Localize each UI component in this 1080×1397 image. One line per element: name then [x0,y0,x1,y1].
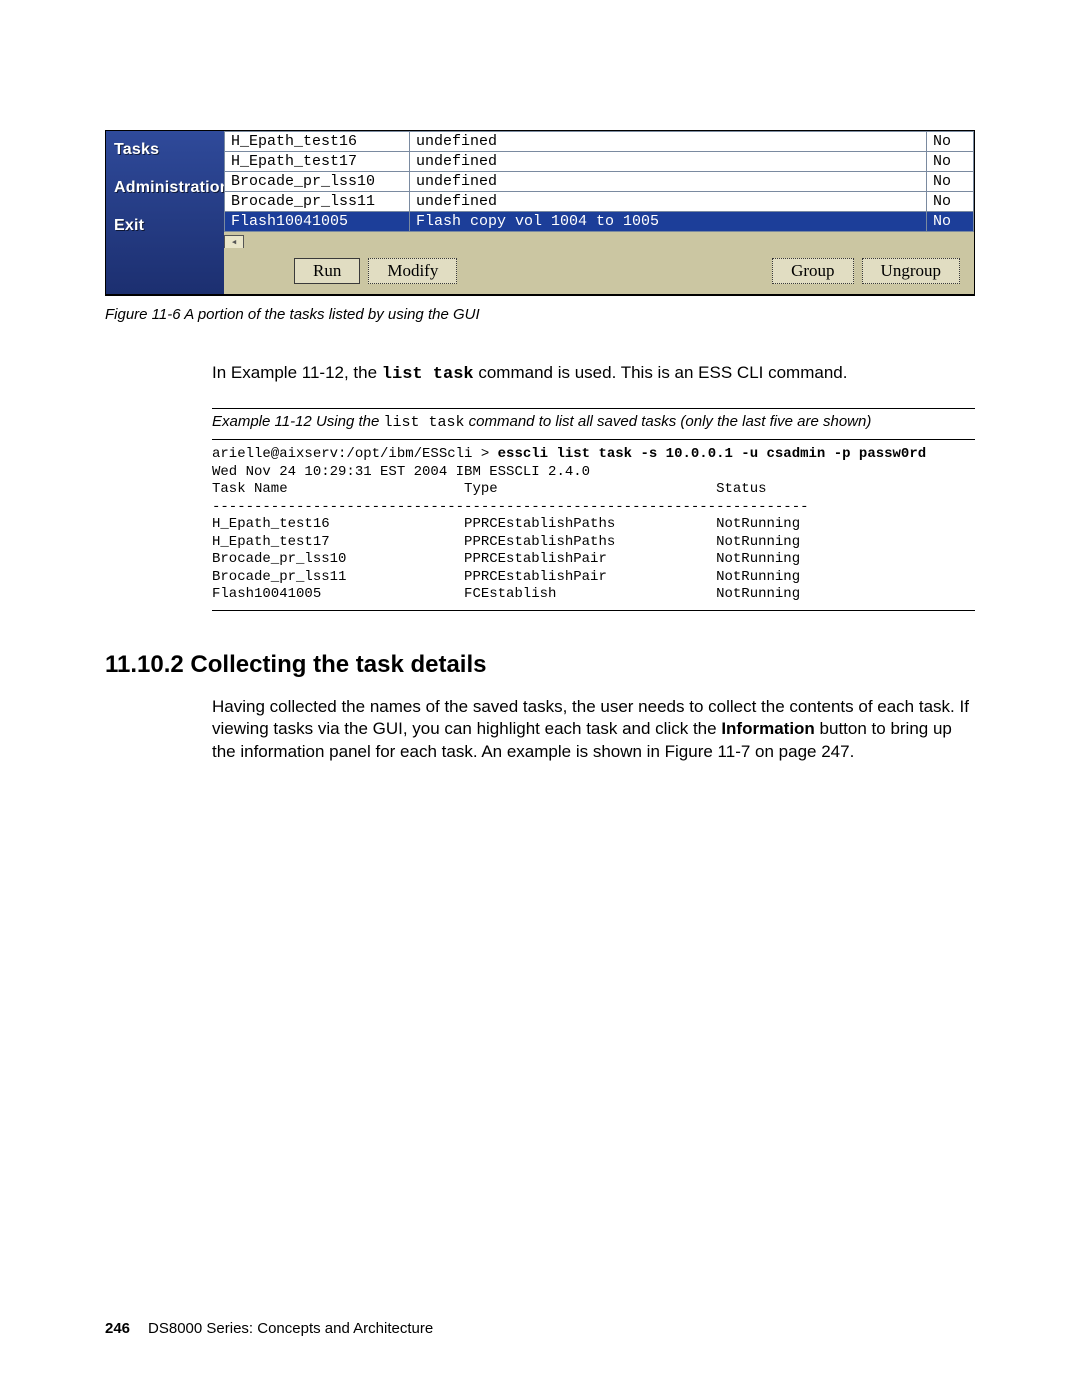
book-title: DS8000 Series: Concepts and Architecture [148,1320,433,1337]
task-flag-cell: No [927,212,974,232]
code-rule: ----------------------------------------… [212,499,809,515]
gui-sidebar: Tasks Administration Exit [106,131,224,294]
code-row-3: Brocade_pr_lss10 PPRCEstablishPair NotRu… [212,551,800,567]
modify-button[interactable]: Modify [368,258,457,284]
gui-screenshot: Tasks Administration Exit H_Epath_test16… [105,130,975,296]
task-flag-cell: No [927,132,974,152]
body-paragraph: Having collected the names of the saved … [212,696,975,763]
code-example: arielle@aixserv:/opt/ibm/ESScli > esscli… [212,439,975,611]
horizontal-scrollbar[interactable]: ◂ [224,232,974,248]
code-command: esscli list task -s 10.0.0.1 -u csadmin … [498,446,926,462]
task-name-cell: H_Epath_test17 [225,152,410,172]
code-row-1: H_Epath_test16 PPRCEstablishPaths NotRun… [212,516,800,532]
table-row[interactable]: Brocade_pr_lss11undefinedNo [225,192,974,212]
group-button[interactable]: Group [772,258,853,284]
table-row[interactable]: Brocade_pr_lss10undefinedNo [225,172,974,192]
task-desc-cell: undefined [410,152,927,172]
bold-information: Information [721,719,815,738]
intro-paragraph: In Example 11-12, the list task command … [212,362,975,386]
code-row-4: Brocade_pr_lss11 PPRCEstablishPair NotRu… [212,569,800,585]
run-button[interactable]: Run [294,258,360,284]
code-header: Task Name Type Status [212,481,767,497]
example-caption-a: Example 11-12 Using the [212,413,383,430]
code-row-2: H_Epath_test17 PPRCEstablishPaths NotRun… [212,534,800,550]
task-desc-cell: Flash copy vol 1004 to 1005 [410,212,927,232]
task-flag-cell: No [927,172,974,192]
gui-button-row: Run Modify Group Ungroup [224,248,974,294]
page-number: 246 [105,1320,130,1337]
code-line-2: Wed Nov 24 10:29:31 EST 2004 IBM ESSCLI … [212,464,590,480]
task-desc-cell: undefined [410,192,927,212]
sidebar-item-administration[interactable]: Administration [106,169,224,207]
inline-command: list task [382,365,474,384]
code-row-5: Flash10041005 FCEstablish NotRunning [212,586,800,602]
gui-main: H_Epath_test16undefinedNoH_Epath_test17u… [224,131,974,294]
code-prompt: arielle@aixserv:/opt/ibm/ESScli > [212,446,498,462]
example-caption: Example 11-12 Using the list task comman… [212,408,975,431]
figure-caption: Figure 11-6 A portion of the tasks liste… [105,296,975,345]
task-name-cell: Brocade_pr_lss10 [225,172,410,192]
table-row[interactable]: H_Epath_test17undefinedNo [225,152,974,172]
task-name-cell: H_Epath_test16 [225,132,410,152]
intro-text-a: In Example 11-12, the [212,363,382,382]
example-caption-cmd: list task [383,414,464,431]
task-desc-cell: undefined [410,172,927,192]
page-footer: 246 DS8000 Series: Concepts and Architect… [105,1320,433,1337]
tasks-table: H_Epath_test16undefinedNoH_Epath_test17u… [224,131,974,232]
task-desc-cell: undefined [410,132,927,152]
example-caption-b: command to list all saved tasks (only th… [465,413,872,430]
task-name-cell: Brocade_pr_lss11 [225,192,410,212]
intro-text-b: command is used. This is an ESS CLI comm… [474,363,848,382]
sidebar-item-exit[interactable]: Exit [106,207,224,245]
task-name-cell: Flash10041005 [225,212,410,232]
table-row[interactable]: Flash10041005Flash copy vol 1004 to 1005… [225,212,974,232]
ungroup-button[interactable]: Ungroup [862,258,960,284]
task-flag-cell: No [927,152,974,172]
section-heading: 11.10.2 Collecting the task details [105,651,975,679]
sidebar-item-tasks[interactable]: Tasks [106,131,224,169]
task-flag-cell: No [927,192,974,212]
table-row[interactable]: H_Epath_test16undefinedNo [225,132,974,152]
